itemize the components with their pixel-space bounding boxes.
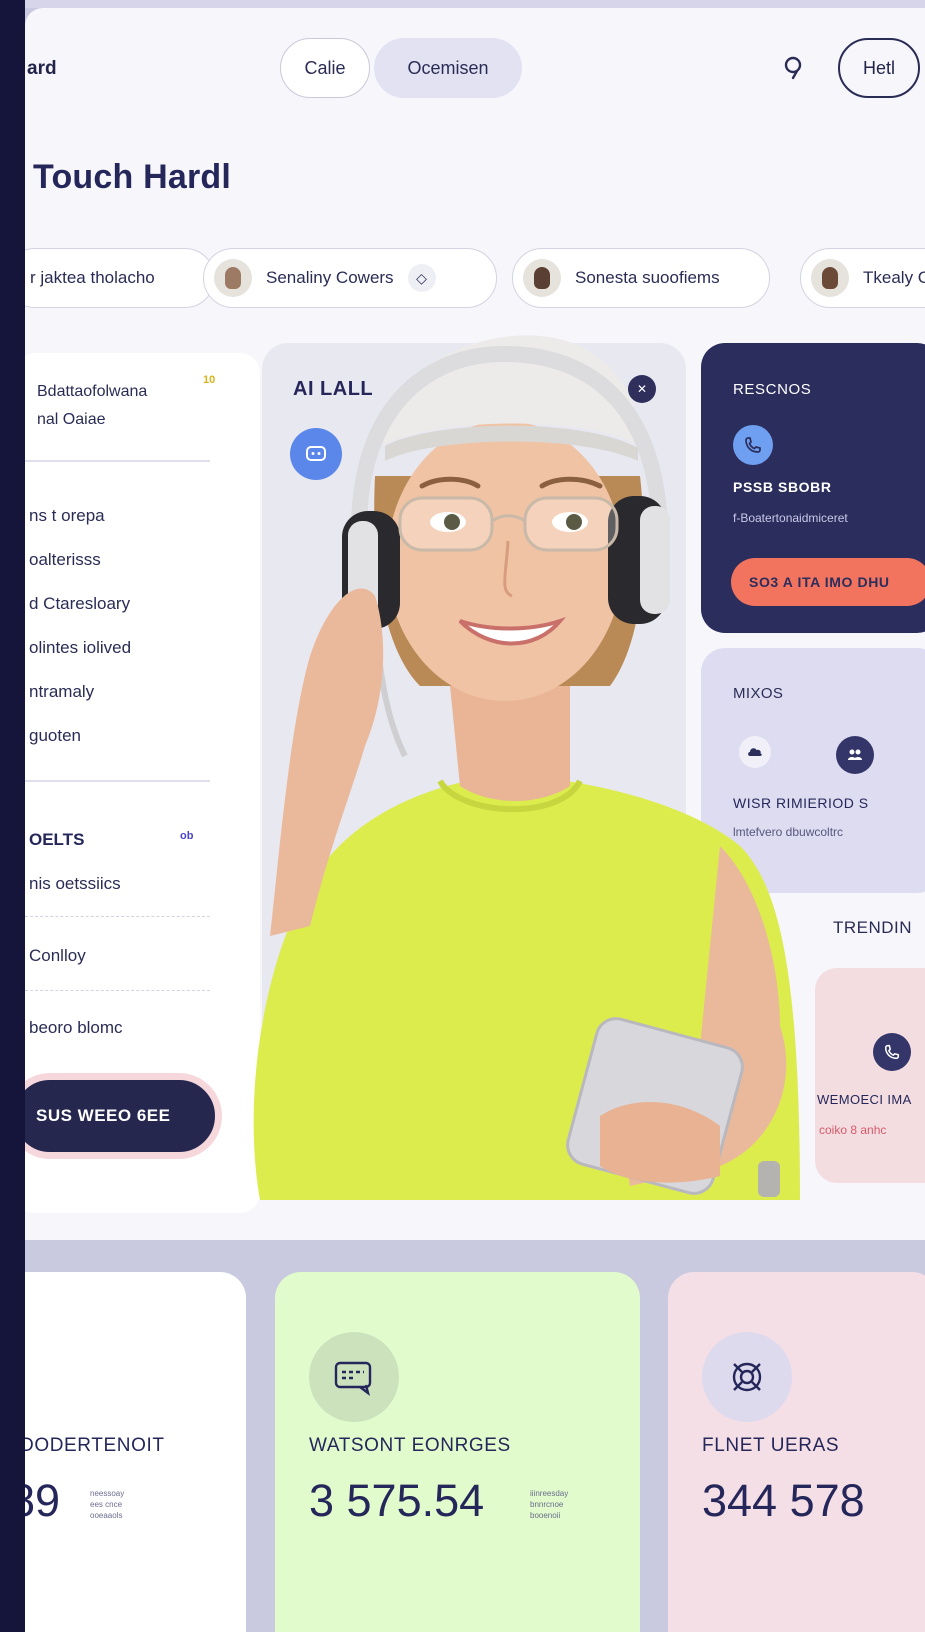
avatar [811,259,849,297]
stat-card-1[interactable]: DODERTENOIT 89 neessoay ees cnce ooeaaols [0,1272,246,1632]
chip-label: Tkealy C [863,268,925,287]
filter-chip-4[interactable]: Tkealy C [800,248,925,308]
chip-label: Senaliny Cowers [266,268,394,287]
stat-fine-print: neessoay ees cnce ooeaaols [90,1489,125,1520]
sidebar-section-item[interactable]: Conlloy [29,946,86,966]
stat-label: WATSONT EONRGES [309,1435,511,1456]
tab-calie[interactable]: Calie [280,38,370,98]
filter-chip-3[interactable]: Sonesta suoofiems [512,248,770,308]
dashboard-panel: ard Calie Ocemisen Hetl Touch Hardl r ja… [25,8,925,1240]
stat-card-3[interactable]: FLNET UERAS 344 578 [668,1272,925,1632]
sidebar-item[interactable]: ns t orepa [29,506,105,526]
stat-value: 3 575.54 [309,1475,485,1526]
network-icon [702,1332,792,1422]
phone-icon[interactable] [873,1033,911,1071]
stat-label: FLNET UERAS [702,1435,840,1456]
search-icon[interactable] [780,53,810,83]
avatar [523,259,561,297]
sidebar-item[interactable]: ntramaly [29,682,94,702]
sidebar-heading: Bdattaofolwana nal Oaiae [37,378,147,434]
stat-label: DODERTENOIT [20,1435,165,1456]
sidebar-section-item[interactable]: nis oetssiics [29,874,121,894]
brand-name: ard [27,58,57,79]
stat-card-2[interactable]: WATSONT EONRGES 3 575.54 iiinreesday bnnr… [275,1272,640,1632]
left-edge-strip [0,0,25,1632]
stat-value: 344 578 [702,1475,865,1526]
sidebar-item[interactable]: guoten [29,726,81,746]
sidebar-section-heading: OELTS [29,830,85,849]
trending-label: TRENDIN [833,918,913,937]
stat-fine-print: iiinreesday bnnrcnoe booenoii [530,1489,569,1520]
top-bar-line [25,0,925,8]
chip-label: Sonesta suoofiems [575,268,720,287]
sidebar-heading-line2: nal Oaiae [37,411,106,428]
filter-chip-2[interactable]: Senaliny Cowers ◇ [203,248,497,308]
header-action-button[interactable]: Hetl [838,38,920,98]
people-icon[interactable] [836,736,874,774]
filter-chip-1[interactable]: r jaktea tholacho [25,248,215,308]
page-title: Touch Hardl [33,158,232,196]
sidebar-item[interactable]: oalterisss [29,550,101,570]
chip-label: r jaktea tholacho [30,268,155,287]
sidebar-section-item[interactable]: beoro blomc [29,1018,123,1038]
diamond-icon: ◇ [407,264,436,292]
sidebar-item[interactable]: d Ctaresloary [29,594,130,614]
hero-woman-illustration [253,335,800,1200]
message-icon [309,1332,399,1422]
sidebar-item[interactable]: olintes iolived [29,638,131,658]
tab-ocemisen[interactable]: Ocemisen [374,38,522,98]
sidebar-heading-line1: Bdattaofolwana [37,383,148,400]
avatar [214,259,252,297]
